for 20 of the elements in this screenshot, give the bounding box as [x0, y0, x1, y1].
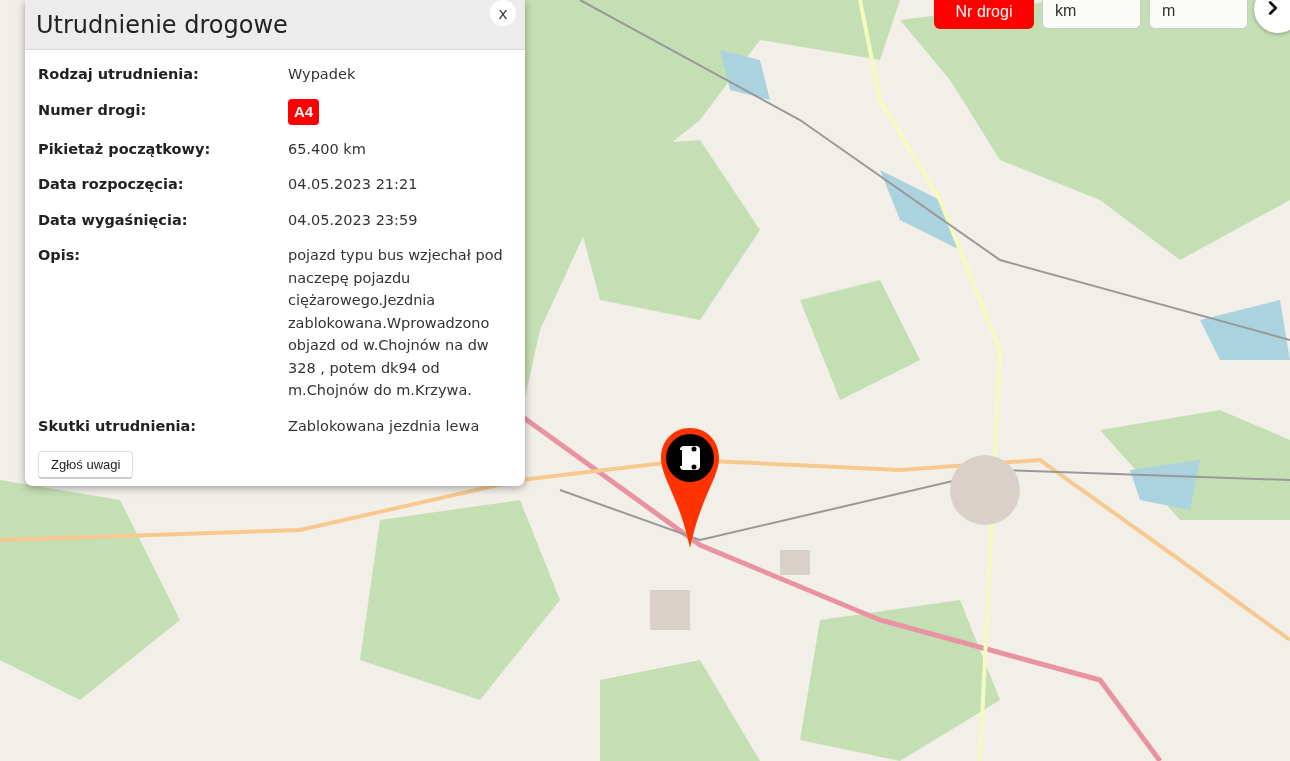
- field-label: Data rozpoczęcia:: [38, 175, 185, 194]
- popup-title: Utrudnienie drogowe: [36, 10, 288, 39]
- field-value: 04.05.2023 23:59: [288, 210, 419, 230]
- field-value: Wypadek: [288, 65, 357, 84]
- report-button[interactable]: Zgłoś uwagi: [38, 451, 134, 479]
- field-label: Pikietaż początkowy:: [38, 139, 212, 159]
- field-value: pojazd typu bus wzjechał pod naczepę pojazdu ciężarowego.Jezdnia zablokowana.Wprowadzono objazd od w.Chojnów na dw 328 , potem dk94 od m.Chojnów do m.Krzywa.: [288, 246, 504, 400]
- close-button[interactable]: x: [490, 0, 516, 26]
- road-number-button[interactable]: Nr drogi: [934, 0, 1034, 29]
- field-value: 04.05.2023 21:21: [288, 175, 419, 194]
- field-label: Opis:: [38, 246, 82, 265]
- field-label: Data wygaśnięcia:: [38, 210, 189, 230]
- field-label: Numer drogi:: [38, 100, 148, 120]
- m-input-field[interactable]: m: [1149, 0, 1248, 29]
- field-value: 65.400 km: [288, 139, 367, 159]
- field-label: Rodzaj utrudnienia:: [38, 65, 200, 84]
- field-value: Zablokowana jezdnia lewa: [288, 416, 481, 436]
- field-label: Skutki utrudnienia:: [38, 416, 198, 436]
- road-number-badge: A4: [288, 98, 320, 125]
- km-input-field[interactable]: km: [1042, 0, 1141, 29]
